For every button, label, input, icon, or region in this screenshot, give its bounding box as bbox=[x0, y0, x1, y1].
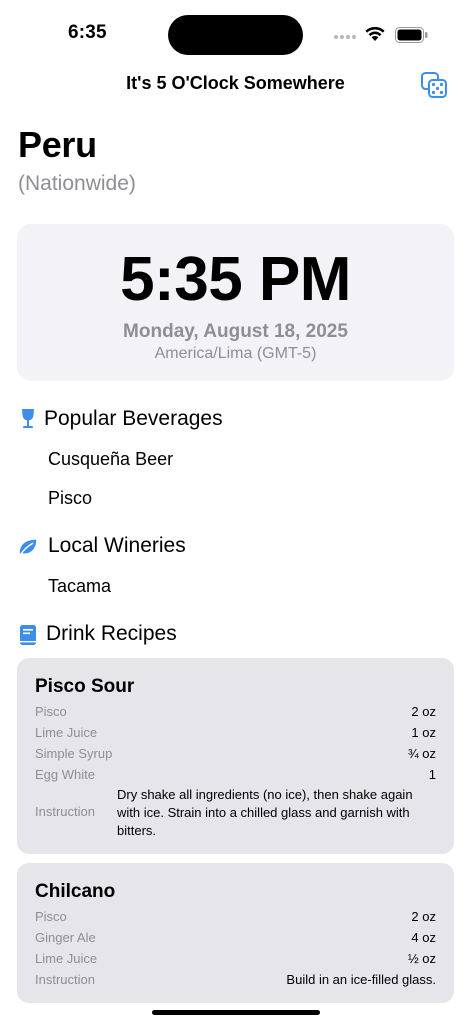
instruction-label: Instruction bbox=[35, 804, 95, 819]
wine-glass-icon bbox=[22, 409, 34, 428]
ingredient-amount: ½ oz bbox=[407, 951, 436, 966]
cellular-signal-icon bbox=[334, 35, 356, 39]
ingredient-label: Lime Juice bbox=[35, 951, 98, 966]
status-time: 6:35 bbox=[68, 22, 107, 43]
beverage-item: Pisco bbox=[48, 488, 93, 508]
instruction-label: Instruction bbox=[35, 972, 95, 987]
ingredient-label: Pisco bbox=[35, 704, 67, 719]
leaf-icon bbox=[19, 539, 37, 555]
region-subtitle: (Nationwide) bbox=[18, 172, 136, 195]
instruction-text: Build in an ice-filled glass. bbox=[286, 972, 436, 987]
instruction-text: Dry shake all ingredients (no ice), then… bbox=[117, 787, 413, 838]
ingredient-label: Simple Syrup bbox=[35, 746, 113, 761]
beverage-item: Cusqueña Beer bbox=[48, 449, 174, 469]
ingredient-amount: 2 oz bbox=[411, 909, 436, 924]
recipe-card: Pisco Sour Pisco 2 oz Lime Juice 1 oz Si… bbox=[17, 658, 454, 854]
ingredient-label: Pisco bbox=[35, 909, 67, 924]
recipe-name: Pisco Sour bbox=[35, 676, 135, 697]
section-title-beverages: Popular Beverages bbox=[44, 407, 223, 430]
recipe-card: Chilcano Pisco 2 oz Ginger Ale 4 oz Lime… bbox=[17, 863, 454, 1003]
ingredient-amount: 1 bbox=[428, 767, 436, 782]
nav-title: It's 5 O'Clock Somewhere bbox=[126, 73, 345, 93]
winery-item: Tacama bbox=[48, 576, 112, 596]
dynamic-island bbox=[168, 15, 303, 55]
home-indicator bbox=[152, 1010, 320, 1015]
recipe-name: Chilcano bbox=[35, 881, 116, 902]
wifi-icon bbox=[365, 26, 385, 41]
book-icon bbox=[20, 625, 36, 645]
timezone-label: America/Lima (GMT-5) bbox=[154, 345, 317, 362]
battery-icon bbox=[395, 27, 428, 43]
local-date: Monday, August 18, 2025 bbox=[123, 321, 348, 342]
ingredient-amount: ¾ oz bbox=[407, 746, 436, 761]
country-title: Peru bbox=[18, 124, 97, 165]
ingredient-label: Lime Juice bbox=[35, 725, 98, 740]
section-title-recipes: Drink Recipes bbox=[46, 622, 177, 645]
dice-icon[interactable] bbox=[420, 71, 448, 99]
section-title-wineries: Local Wineries bbox=[48, 534, 186, 557]
ingredient-label: Egg White bbox=[35, 767, 95, 782]
status-bar: 6:35 bbox=[0, 0, 471, 64]
ingredient-amount: 2 oz bbox=[411, 704, 436, 719]
local-time: 5:35 PM bbox=[120, 245, 351, 314]
ingredient-amount: 1 oz bbox=[411, 725, 436, 740]
ingredient-amount: 4 oz bbox=[411, 930, 436, 945]
ingredient-label: Ginger Ale bbox=[35, 930, 96, 945]
clock-card: 5:35 PM Monday, August 18, 2025 America/… bbox=[17, 224, 454, 381]
